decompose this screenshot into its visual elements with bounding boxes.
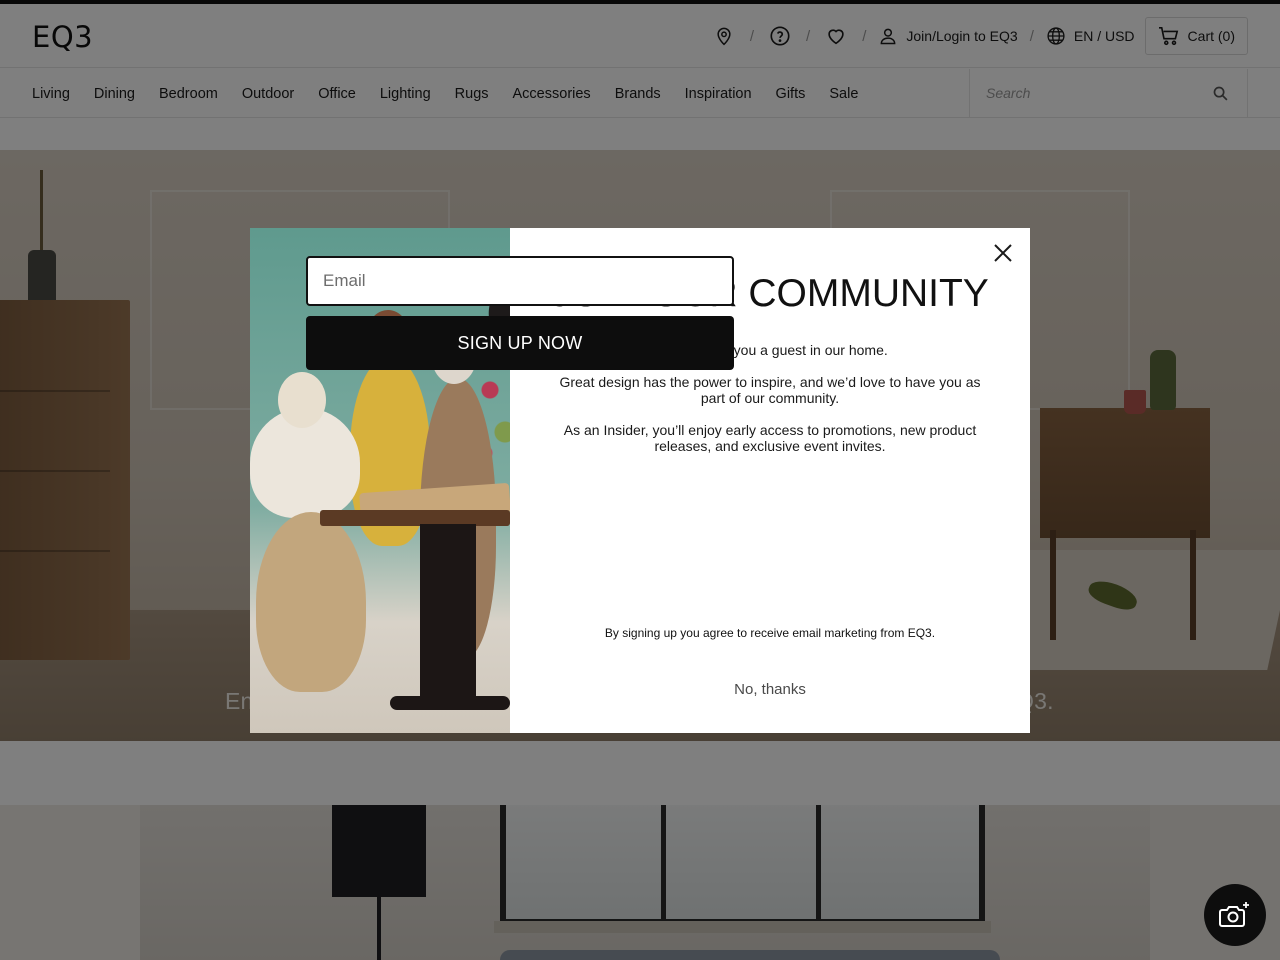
camera-sparkle-icon: [1219, 902, 1249, 927]
signup-button[interactable]: SIGN UP NOW: [306, 316, 734, 370]
legal-text: By signing up you agree to receive email…: [604, 626, 936, 640]
email-field[interactable]: [306, 256, 734, 306]
modal-paragraph-2: Great design has the power to inspire, a…: [559, 374, 981, 406]
photo-table-pedestal: [420, 524, 476, 704]
decline-link[interactable]: No, thanks: [510, 681, 1030, 698]
visual-search-button[interactable]: [1204, 884, 1266, 946]
close-icon: [994, 244, 1012, 262]
photo-table-top: [320, 510, 510, 526]
photo-table-base: [390, 696, 510, 710]
photo-person-head: [278, 372, 326, 428]
modal-paragraph-3: As an Insider, you’ll enjoy early access…: [563, 422, 977, 454]
photo-person: [256, 512, 366, 692]
close-button[interactable]: [990, 240, 1016, 266]
